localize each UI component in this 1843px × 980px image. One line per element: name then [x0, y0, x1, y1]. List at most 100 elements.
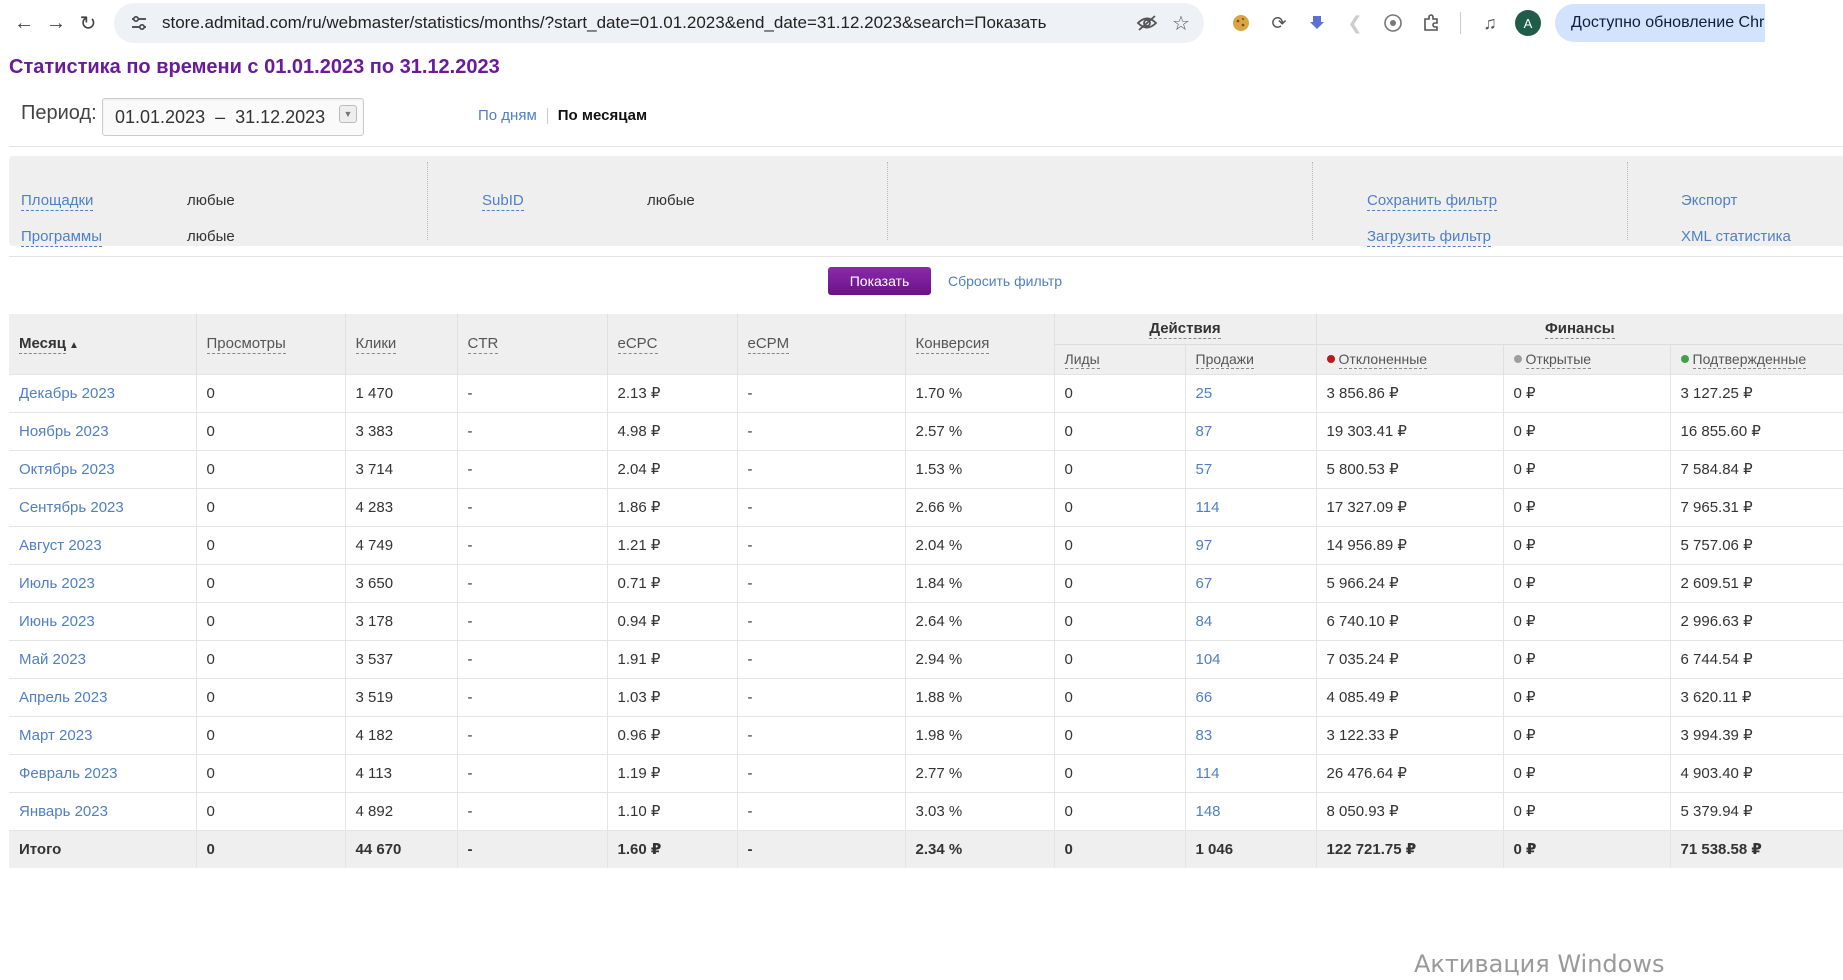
cell-clicks: 3 178	[344, 601, 457, 640]
sales-link[interactable]: 87	[1196, 423, 1213, 440]
by-months-current: По месяцам	[557, 107, 648, 124]
month-link[interactable]: Декабрь 2023	[19, 385, 115, 402]
cell-rejected: 26 476.64 ₽	[1315, 753, 1504, 792]
table-row: Сентябрь 2023 0 4 283-1.86 ₽ -2.66 % 0 114 17 …	[9, 487, 1843, 526]
col-ctr[interactable]: CTR	[456, 314, 607, 374]
cell-clicks: 3 650	[344, 563, 457, 602]
col-sales[interactable]: Продажи	[1184, 344, 1317, 374]
cell-clicks: 4 113	[344, 753, 457, 792]
cell-ecpc: 1.91 ₽	[606, 639, 737, 678]
platforms-filter-link[interactable]: Площадки	[21, 192, 94, 211]
update-chrome-button[interactable]: Доступно обновление Chrome	[1555, 4, 1765, 42]
subid-filter-link[interactable]: SubID	[482, 192, 524, 211]
month-link[interactable]: Сентябрь 2023	[19, 499, 124, 516]
cell-rejected: 5 966.24 ₽	[1315, 563, 1504, 602]
col-open[interactable]: Открытые	[1502, 344, 1671, 374]
filter-divider	[1627, 162, 1628, 240]
forward-icon[interactable]: →	[40, 7, 72, 39]
sales-link[interactable]: 97	[1196, 537, 1213, 554]
filter-panel: Площадки любые Программы любые SubID люб…	[9, 156, 1843, 247]
month-link[interactable]: Июль 2023	[19, 575, 95, 592]
month-link[interactable]: Май 2023	[19, 651, 86, 668]
sales-link[interactable]: 67	[1196, 575, 1213, 592]
by-days-link[interactable]: По дням	[478, 107, 537, 124]
cookie-icon[interactable]	[1222, 7, 1260, 39]
col-rejected[interactable]: Отклоненные	[1315, 344, 1504, 374]
cell-views: 0	[195, 373, 345, 412]
star-icon[interactable]: ☆	[1164, 6, 1198, 40]
cell-ecpc: 1.86 ₽	[606, 487, 737, 526]
avatar[interactable]: A	[1515, 10, 1541, 36]
table-row: Август 2023 0 4 749-1.21 ₽ -2.04 % 0 97 14 956…	[9, 525, 1843, 564]
url-text[interactable]: store.admitad.com/ru/webmaster/statistic…	[162, 13, 1130, 33]
month-link[interactable]: Октябрь 2023	[19, 461, 115, 478]
reset-filter-link[interactable]: Сбросить фильтр	[948, 273, 1062, 289]
cell-confirmed: 5 379.94 ₽	[1669, 791, 1843, 830]
cell-leads: 0	[1053, 791, 1185, 830]
back-icon[interactable]: ←	[8, 7, 40, 39]
reload-icon[interactable]: ↻	[72, 7, 104, 39]
ext-icon[interactable]	[1374, 7, 1412, 39]
col-month[interactable]: Месяц ▲	[9, 314, 196, 374]
cell-clicks: 3 537	[344, 639, 457, 678]
cell-confirmed: 7 584.84 ₽	[1669, 449, 1843, 488]
platforms-value: любые	[187, 192, 235, 209]
share-icon[interactable]: ❮	[1336, 7, 1374, 39]
col-ecpm[interactable]: eCPM	[736, 314, 905, 374]
sync-icon[interactable]: ⟳	[1260, 7, 1298, 39]
programs-value: любые	[187, 228, 235, 245]
month-link[interactable]: Июнь 2023	[19, 613, 95, 630]
cell-ctr: -	[456, 601, 607, 640]
date-from: 01.01.2023	[115, 106, 206, 127]
cell-ecpc: 1.03 ₽	[606, 677, 737, 716]
load-filter-link[interactable]: Загрузить фильтр	[1367, 228, 1491, 247]
sales-link[interactable]: 114	[1196, 499, 1220, 516]
programs-filter-link[interactable]: Программы	[21, 228, 103, 247]
cell-month: Ноябрь 2023	[9, 411, 196, 450]
col-conversion[interactable]: Конверсия	[904, 314, 1054, 374]
cell-leads: 0	[1053, 829, 1185, 868]
show-button[interactable]: Показать	[828, 267, 931, 295]
save-filter-link[interactable]: Сохранить фильтр	[1367, 192, 1498, 211]
eye-off-icon[interactable]	[1130, 6, 1164, 40]
cell-sales: 104	[1184, 639, 1317, 678]
sales-link[interactable]: 83	[1196, 727, 1213, 744]
cell-rejected: 14 956.89 ₽	[1315, 525, 1504, 564]
sales-link[interactable]: 57	[1196, 461, 1213, 478]
cell-ecpm: -	[736, 411, 905, 450]
export-link[interactable]: Экспорт	[1681, 192, 1737, 210]
cell-views: 0	[195, 753, 345, 792]
cell-open: 0 ₽	[1502, 639, 1671, 678]
sales-link[interactable]: 84	[1196, 613, 1213, 630]
col-clicks[interactable]: Клики	[344, 314, 457, 374]
col-confirmed[interactable]: Подтвержденные	[1669, 344, 1843, 374]
date-range-picker[interactable]: 01.01.2023 – 31.12.2023 ▼	[102, 98, 364, 136]
col-views[interactable]: Просмотры	[195, 314, 345, 374]
month-link[interactable]: Январь 2023	[19, 803, 108, 820]
col-leads[interactable]: Лиды	[1053, 344, 1185, 374]
col-ecpc[interactable]: eCPC	[606, 314, 737, 374]
download-icon[interactable]	[1298, 7, 1336, 39]
chevron-down-icon[interactable]: ▼	[339, 105, 357, 123]
address-bar[interactable]: store.admitad.com/ru/webmaster/statistic…	[114, 3, 1204, 43]
month-link[interactable]: Март 2023	[19, 727, 92, 744]
month-link[interactable]: Февраль 2023	[19, 765, 118, 782]
cell-ecpc: 2.04 ₽	[606, 449, 737, 488]
media-icon[interactable]: ♫	[1471, 7, 1509, 39]
xml-stats-link[interactable]: XML статистика	[1681, 228, 1791, 246]
divider	[9, 256, 1843, 257]
month-link[interactable]: Апрель 2023	[19, 689, 107, 706]
subid-value: любые	[647, 192, 695, 209]
cell-ecpm: -	[736, 373, 905, 412]
puzzle-icon[interactable]	[1412, 7, 1450, 39]
sales-link[interactable]: 104	[1196, 651, 1221, 668]
cell-confirmed: 3 994.39 ₽	[1669, 715, 1843, 754]
table-row: Май 2023 0 3 537-1.91 ₽ -2.94 % 0 104 7 035.24…	[9, 639, 1843, 678]
sales-link[interactable]: 25	[1196, 385, 1213, 402]
month-link[interactable]: Ноябрь 2023	[19, 423, 109, 440]
month-link[interactable]: Август 2023	[19, 537, 102, 554]
sales-link[interactable]: 66	[1196, 689, 1213, 706]
sales-link[interactable]: 148	[1196, 803, 1221, 820]
sales-link[interactable]: 114	[1196, 765, 1220, 782]
site-settings-icon[interactable]	[128, 12, 150, 34]
